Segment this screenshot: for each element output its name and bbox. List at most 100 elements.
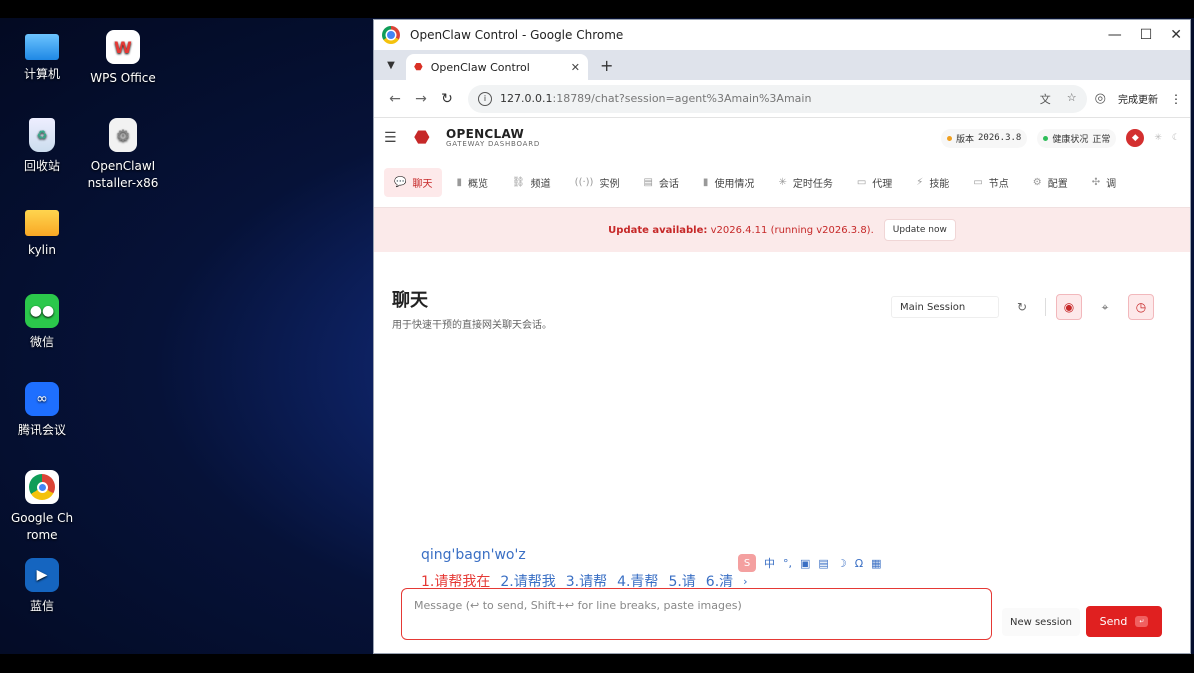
version-value: 2026.3.8 [977,133,1022,143]
nodes-icon: ▭ [973,177,983,188]
message-placeholder: Message (↩ to send, Shift+↩ for line bre… [414,599,742,612]
sogou-logo-icon: S [738,554,756,572]
usage-icon: ▮ [702,177,709,188]
desktop-icon-label: kylin [28,243,56,257]
tab-usage[interactable]: ▮ 使用情况 [693,168,765,197]
chrome-icon [25,470,59,504]
session-select[interactable]: Main Session [891,296,999,318]
ime-skin-moon-icon[interactable]: ☽ [837,557,847,570]
tab-chat[interactable]: 💬 聊天 [384,168,443,197]
ime-punct-icon[interactable]: °, [783,557,792,570]
health-value: 正常 [1092,134,1111,145]
new-session-button[interactable]: New session [1002,608,1080,636]
tab-agents[interactable]: ▭ 代理 [847,168,902,197]
ime-simplified-icon[interactable]: ▣ [800,557,810,570]
url-bar[interactable]: i 127.0.0.1:18789/chat?session=agent%3Am… [468,84,1087,113]
ime-grid-icon[interactable]: ▦ [871,557,881,570]
translate-icon[interactable]: 文 [1040,91,1051,107]
desktop-wechat[interactable]: ●● 微信 [0,294,84,351]
minimize-button[interactable]: — [1108,27,1122,43]
version-dot-icon [946,135,952,141]
moon-icon[interactable]: ☾ [1172,133,1180,143]
reload-icon[interactable]: ↻ [434,91,460,107]
desktop-icon-label: 回收站 [23,159,60,173]
tab-skills[interactable]: ⚡ 技能 [906,168,959,197]
health-badge: 健康状况 正常 [1037,128,1117,148]
ime-next-page-icon[interactable]: › [743,575,747,588]
refresh-icon[interactable]: ↻ [1009,294,1035,320]
desktop-tencent-meeting[interactable]: ∞ 腾讯会议 [0,382,84,439]
tab-title: OpenClaw Control [430,60,530,74]
health-dot-icon [1043,135,1049,141]
menu-kebab-icon[interactable]: ⋮ [1170,92,1182,106]
tab-sessions[interactable]: ▤ 会话 [633,168,688,197]
desktop-icon-label: 腾讯会议 [17,423,66,437]
desktop-icon-label: 蓝信 [29,599,54,613]
desktop-recycle-bin[interactable]: ♻ 回收站 [0,118,84,175]
message-input[interactable]: Message (↩ to send, Shift+↩ for line bre… [401,588,992,640]
chat-icon: 💬 [394,177,407,188]
tab-config[interactable]: ⚙ 配置 [1023,168,1078,197]
health-label: 健康状况 [1052,134,1089,145]
recycle-bin-icon: ♻ [29,118,55,152]
tab-label: 聊天 [412,179,433,190]
tab-cron[interactable]: ✳ 定时任务 [768,168,842,197]
tab-close-icon[interactable]: ✕ [571,61,580,74]
desktop-chrome[interactable]: Google Chrome [0,470,84,544]
forward-arrow-icon[interactable]: → [408,91,434,107]
site-info-icon[interactable]: i [478,91,492,106]
sun-icon[interactable]: ✳ [1154,133,1162,143]
tab-label: 技能 [929,179,950,190]
tab-search-chevron-icon[interactable]: ▼ [380,54,402,76]
send-shortcut: ↵ [1135,616,1149,627]
tab-nodes[interactable]: ▭ 节点 [963,168,1018,197]
url-host: 127.0.0.1 [500,92,553,105]
tab-instances[interactable]: ((·)) 实例 [565,168,630,197]
user-avatar-icon[interactable]: ◆ [1126,129,1145,147]
desktop-kylin-folder[interactable]: kylin [0,206,84,259]
profile-avatar-icon[interactable]: ◎ [1095,91,1106,106]
history-clock-icon[interactable]: ◷ [1128,294,1154,320]
desktop-installer[interactable]: ⚙ OpenClawInstaller-x86 [81,118,165,192]
folder-icon [25,210,59,236]
ime-symbol-omega-icon[interactable]: Ω [855,557,863,570]
openclaw-logo-icon: ⬣ [414,127,430,148]
tab-label: 配置 [1047,179,1068,190]
openclaw-app: ☰ ⬣ OPENCLAW GATEWAY DASHBOARD 版本 2026.3… [374,118,1190,653]
tab-channels[interactable]: ⛓ 频道 [502,168,561,197]
bookmark-star-icon[interactable]: ☆ [1067,91,1077,107]
update-now-button[interactable]: Update now [883,219,956,241]
app-header: ☰ ⬣ OPENCLAW GATEWAY DASHBOARD 版本 2026.3… [374,118,1190,158]
tab-debug[interactable]: ✣ 调 [1082,168,1126,197]
tab-overview[interactable]: ▮ 概览 [446,168,498,197]
toolbar-divider [1045,298,1046,316]
tab-label: 频道 [530,179,551,190]
ime-mode-toggle[interactable]: 中 [764,555,775,571]
send-label: Send [1099,615,1128,628]
desktop-lanxin[interactable]: ▶ 蓝信 [0,558,84,615]
desktop-computer[interactable]: 计算机 [0,30,84,83]
new-tab-plus-icon[interactable]: + [600,56,613,75]
overview-icon: ▮ [456,177,462,188]
tab-label: 使用情况 [714,179,755,190]
maximize-button[interactable]: ☐ [1140,27,1153,43]
brand-subtitle: GATEWAY DASHBOARD [446,140,541,148]
ime-keyboard-icon[interactable]: ▤ [818,557,828,570]
session-icon: ▤ [643,177,653,188]
page-title: 聊天 [392,290,428,311]
focus-icon[interactable]: ⌖ [1092,294,1118,320]
hamburger-menu-icon[interactable]: ☰ [384,130,414,146]
window-title: OpenClaw Control - Google Chrome [410,28,624,42]
tencent-meeting-icon: ∞ [25,382,59,416]
close-button[interactable]: ✕ [1170,27,1182,43]
tab-openclaw-control[interactable]: ⬣ OpenClaw Control ✕ [406,54,588,80]
update-chrome-button[interactable]: 完成更新 [1118,91,1158,106]
back-arrow-icon[interactable]: ← [382,91,408,107]
window-titlebar[interactable]: OpenClaw Control - Google Chrome — ☐ ✕ [374,20,1190,50]
desktop-wps[interactable]: W WPS Office [81,30,165,87]
cron-icon: ✳ [778,177,787,188]
brain-thinking-icon[interactable]: ◉ [1056,294,1082,320]
desktop-icon-label: OpenClawInstaller-x86 [87,159,159,190]
chat-toolbar: Main Session ↻ ◉ ⌖ ◷ [891,294,1154,320]
send-button[interactable]: Send ↵ [1086,606,1162,637]
